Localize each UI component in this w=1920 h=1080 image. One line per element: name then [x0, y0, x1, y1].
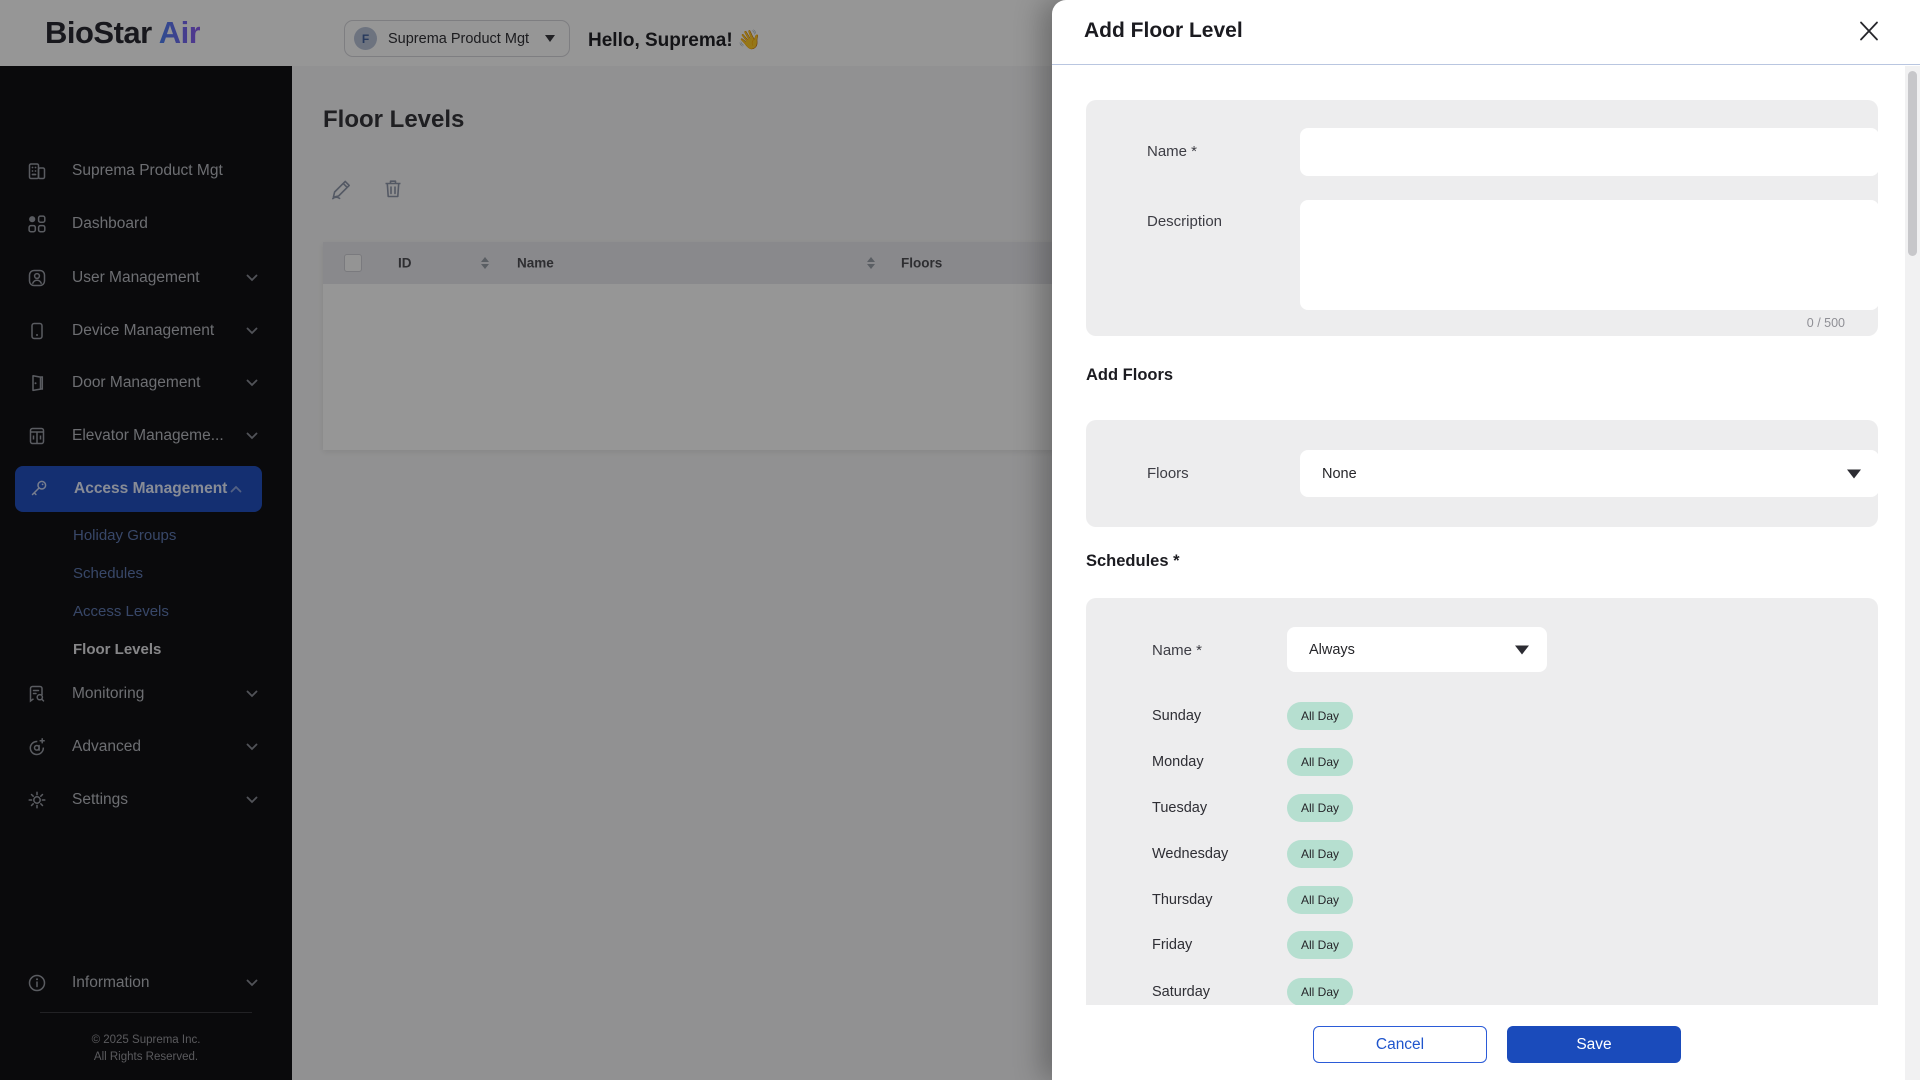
- all-day-badge: All Day: [1287, 886, 1353, 914]
- day-label-saturday: Saturday: [1152, 984, 1210, 1000]
- all-day-badge: All Day: [1287, 931, 1353, 959]
- all-day-badge: All Day: [1287, 840, 1353, 868]
- panel-title: Add Floor Level: [1084, 19, 1243, 43]
- day-label-sunday: Sunday: [1152, 708, 1201, 724]
- name-description-section: Name * Description 0 / 500: [1086, 100, 1878, 336]
- floors-select[interactable]: None: [1300, 450, 1879, 497]
- day-label-tuesday: Tuesday: [1152, 800, 1207, 816]
- all-day-badge: All Day: [1287, 794, 1353, 822]
- close-icon[interactable]: [1854, 16, 1884, 46]
- cancel-button[interactable]: Cancel: [1313, 1026, 1487, 1063]
- all-day-badge: All Day: [1287, 702, 1353, 730]
- schedule-name-label: Name *: [1152, 642, 1202, 659]
- day-label-monday: Monday: [1152, 754, 1204, 770]
- schedule-name-select[interactable]: Always: [1287, 627, 1547, 672]
- panel-header: Add Floor Level: [1052, 0, 1920, 65]
- panel-scrollbar-track[interactable]: [1905, 66, 1920, 1080]
- panel-scrollbar-thumb[interactable]: [1908, 71, 1917, 256]
- description-field-label: Description: [1147, 213, 1222, 230]
- add-floors-heading: Add Floors: [1086, 366, 1173, 385]
- save-button[interactable]: Save: [1507, 1026, 1681, 1063]
- panel-footer: Cancel Save: [1052, 1008, 1905, 1080]
- name-input[interactable]: [1300, 128, 1879, 176]
- add-floor-level-panel: Add Floor Level Name * Description 0 / 5…: [1052, 0, 1920, 1080]
- schedules-section: Name * Always Sunday All Day Monday All …: [1086, 598, 1878, 1005]
- character-counter: 0 / 500: [1807, 316, 1845, 330]
- day-label-thursday: Thursday: [1152, 892, 1212, 908]
- day-label-wednesday: Wednesday: [1152, 846, 1228, 862]
- schedule-select-value: Always: [1309, 642, 1355, 658]
- name-field-label: Name *: [1147, 143, 1197, 160]
- schedules-heading: Schedules *: [1086, 552, 1180, 571]
- day-label-friday: Friday: [1152, 937, 1192, 953]
- floors-section: Floors None: [1086, 420, 1878, 527]
- chevron-down-icon: [1515, 645, 1529, 654]
- app-root: BioStar Air F Suprema Product Mgt Hello,…: [0, 0, 1920, 1080]
- description-textarea[interactable]: [1300, 200, 1879, 310]
- chevron-down-icon: [1847, 469, 1861, 478]
- floors-field-label: Floors: [1147, 465, 1189, 482]
- all-day-badge: All Day: [1287, 748, 1353, 776]
- floors-select-value: None: [1322, 466, 1357, 482]
- all-day-badge: All Day: [1287, 978, 1353, 1005]
